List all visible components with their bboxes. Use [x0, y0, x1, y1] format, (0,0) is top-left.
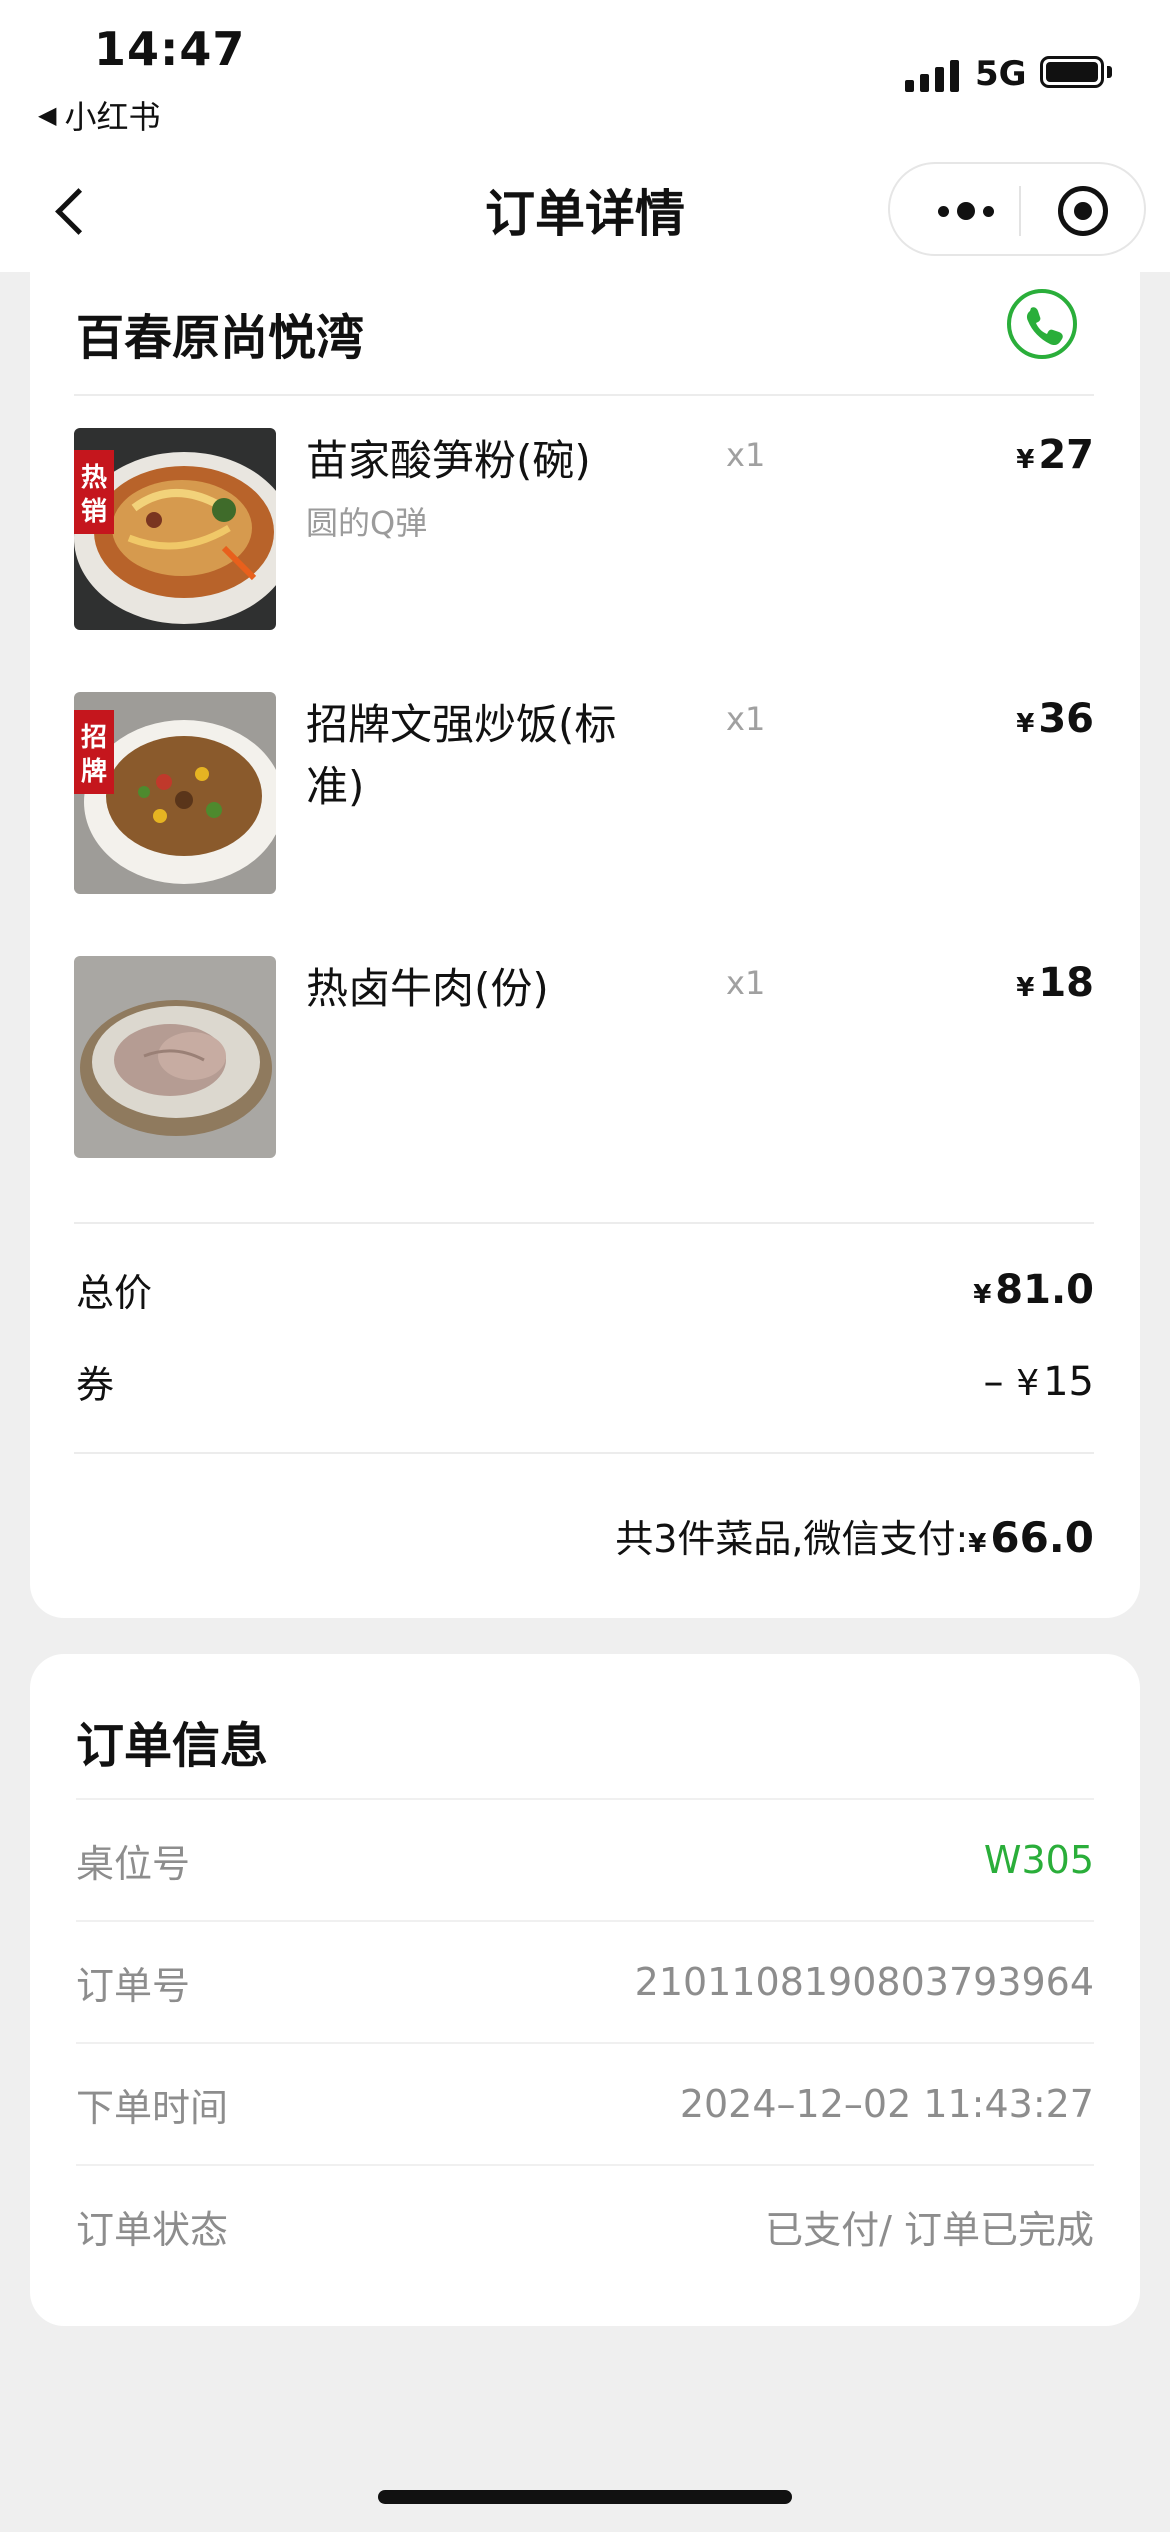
- battery-tip: [1107, 66, 1112, 78]
- dish-name: 热卤牛肉(份): [306, 964, 549, 1013]
- order-number[interactable]: 2101108190803793964: [635, 1960, 1094, 2004]
- table-number: W305: [983, 1838, 1094, 1882]
- total-price-value: ¥81.0: [973, 1266, 1094, 1313]
- order-item: 热卤牛肉(份) x1 ¥18: [74, 956, 1094, 1158]
- svg-text:招: 招: [81, 723, 107, 753]
- order-info-title: 订单信息: [76, 1718, 269, 1774]
- target-icon[interactable]: [1058, 186, 1108, 236]
- order-status: 已支付/ 订单已完成: [765, 2207, 1094, 2252]
- svg-text:销: 销: [81, 497, 107, 527]
- coupon-label: 券: [76, 1363, 115, 1407]
- total-price-label: 总价: [76, 1271, 153, 1315]
- order-item: 招 牌 招牌文强炒饭(标准) x1 ¥36: [74, 692, 1094, 894]
- miniapp-capsule: [888, 162, 1146, 256]
- total-price-row: 总价 ¥81.0: [76, 1262, 1094, 1317]
- info-label: 订单号: [76, 1963, 191, 2008]
- dish-spec: 圆的Q弹: [306, 504, 428, 542]
- divider: [74, 1452, 1094, 1454]
- back-triangle-icon: ◀: [38, 101, 57, 129]
- signal-icon: [905, 58, 959, 92]
- dish-name: 苗家酸笋粉(碗): [306, 436, 591, 485]
- dish-photo-noodle: 热 销: [74, 428, 276, 630]
- dish-photo-fried-rice: 招 牌: [74, 692, 276, 894]
- info-label: 桌位号: [76, 1841, 191, 1886]
- info-row-table: 桌位号 W305: [76, 1798, 1094, 1920]
- phone-icon[interactable]: [1006, 288, 1078, 360]
- order-items-card: 百春原尚悦湾 热 销 苗家酸笋粉(碗) 圆的Q弹 x1 ¥27 招 牌 招牌文强…: [30, 272, 1140, 1618]
- payment-summary: 共3件菜品,微信支付:¥66.0: [615, 1508, 1094, 1563]
- nav-bar: 订单详情: [0, 150, 1170, 272]
- info-row-time: 下单时间 2024–12–02 11:43:27: [76, 2042, 1094, 2164]
- info-row-order-no: 订单号 2101108190803793964: [76, 1920, 1094, 2042]
- payment-currency: ¥: [968, 1529, 987, 1559]
- dish-name: 招牌文强炒饭(标准): [306, 700, 617, 811]
- info-label: 下单时间: [76, 2085, 229, 2130]
- back-app-label: 小红书: [64, 98, 161, 136]
- order-info-card: 订单信息 桌位号 W305 订单号 2101108190803793964 下单…: [30, 1654, 1140, 2326]
- network-label: 5G: [975, 54, 1027, 94]
- order-item: 热 销 苗家酸笋粉(碗) 圆的Q弹 x1 ¥27: [74, 428, 1094, 630]
- info-label: 订单状态: [76, 2207, 229, 2252]
- dish-price: ¥27: [1016, 432, 1094, 478]
- coupon-value: – ¥15: [983, 1358, 1094, 1405]
- dish-photo-beef: [74, 956, 276, 1158]
- payment-amount: 66.0: [990, 1513, 1094, 1562]
- payment-summary-text: 共3件菜品,微信支付:: [615, 1517, 969, 1561]
- thumb-badge-text: 热: [81, 463, 107, 493]
- shop-name: 百春原尚悦湾: [76, 310, 365, 366]
- status-time: 14:47: [94, 22, 246, 76]
- back-to-app-link[interactable]: ◀ 小红书: [38, 92, 160, 138]
- dish-price: ¥36: [1016, 696, 1094, 742]
- divider: [74, 1222, 1094, 1224]
- capsule-divider: [1019, 186, 1021, 236]
- divider: [74, 394, 1094, 396]
- dish-qty: x1: [726, 436, 766, 474]
- svg-text:牌: 牌: [81, 756, 107, 787]
- dish-qty: x1: [726, 964, 766, 1002]
- battery-icon: [1040, 56, 1104, 88]
- info-row-status: 订单状态 已支付/ 订单已完成: [76, 2164, 1094, 2286]
- home-indicator[interactable]: [378, 2490, 792, 2504]
- coupon-row: 券 – ¥15: [76, 1354, 1094, 1409]
- status-bar: 14:47 ◀ 小红书 5G: [0, 0, 1170, 150]
- more-dots-icon[interactable]: [926, 194, 1006, 228]
- order-time: 2024–12–02 11:43:27: [679, 2082, 1094, 2126]
- dish-price: ¥18: [1016, 960, 1094, 1006]
- dish-qty: x1: [726, 700, 766, 738]
